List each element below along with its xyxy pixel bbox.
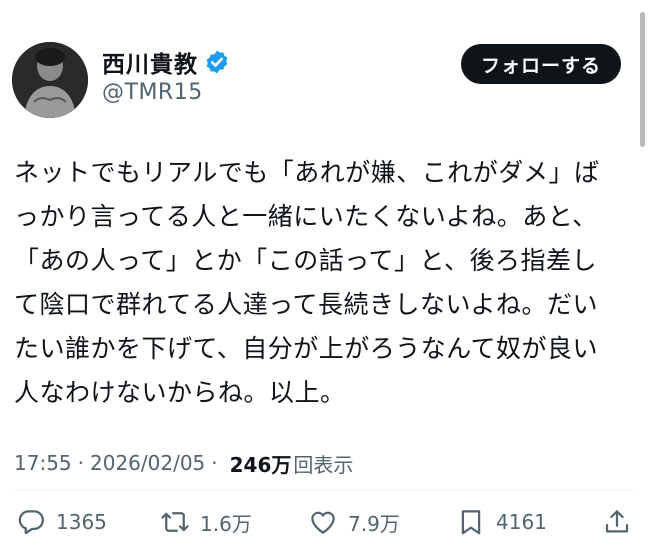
- reply-count: 1365: [56, 510, 107, 534]
- scrollbar[interactable]: [640, 12, 645, 147]
- tweet-text-line: っかり言ってる人と一緒にいたくないよね。あと、: [14, 202, 598, 231]
- views-count: 246万: [229, 452, 292, 477]
- heart-icon: [311, 511, 335, 534]
- author-name-row[interactable]: 西川貴教: [102, 45, 230, 79]
- like-button[interactable]: 7.9万: [308, 500, 400, 544]
- tweet-text-line: 人なわけないからね。以上。: [14, 378, 346, 407]
- verified-badge-icon: [204, 49, 230, 75]
- tweet-text-line: たい誰かを下げて、自分が上がろうなんて奴が良い: [14, 334, 599, 363]
- reply-button[interactable]: 1365: [16, 500, 107, 544]
- avatar-photo: [12, 42, 88, 118]
- tweet-text-line: ネットでもリアルでも「あれが嫌、これがダメ」ば: [14, 158, 600, 187]
- reply-icon: [18, 510, 44, 535]
- meta-separator: ·: [211, 451, 218, 475]
- tweet-text: ネットでもリアルでも「あれが嫌、これがダメ」ば っかり言ってる人と一緒にいたくな…: [14, 151, 638, 415]
- tweet-time[interactable]: 17:55: [14, 451, 72, 475]
- divider: [14, 490, 634, 491]
- follow-button[interactable]: フォローする: [461, 44, 621, 84]
- tweet-actions: 1365 1.6万 7.9万 4161: [0, 500, 650, 544]
- tweet-date[interactable]: 2026/02/05: [90, 451, 205, 475]
- repost-icon: [161, 512, 189, 532]
- avatar[interactable]: [12, 42, 88, 118]
- bookmark-count: 4161: [496, 510, 547, 534]
- views-label: 回表示: [293, 452, 354, 477]
- user-handle[interactable]: @TMR15: [102, 80, 203, 105]
- like-count: 7.9万: [348, 511, 400, 536]
- repost-count: 1.6万: [200, 511, 252, 536]
- tweet-meta: 17:55 · 2026/02/05 · 246万 回表示: [14, 447, 353, 479]
- share-button[interactable]: [602, 500, 632, 544]
- share-icon: [605, 510, 629, 533]
- meta-separator: ·: [77, 451, 84, 475]
- display-name[interactable]: 西川貴教: [102, 45, 198, 79]
- tweet-text-line: て陰口で群れてる人達って長続きしないよね。だい: [14, 290, 599, 319]
- repost-button[interactable]: 1.6万: [160, 500, 252, 544]
- tweet-text-line: 「あの人って」とか「この話って」と、後ろ指差し: [14, 246, 598, 275]
- bookmark-icon: [461, 510, 481, 535]
- bookmark-button[interactable]: 4161: [456, 500, 547, 544]
